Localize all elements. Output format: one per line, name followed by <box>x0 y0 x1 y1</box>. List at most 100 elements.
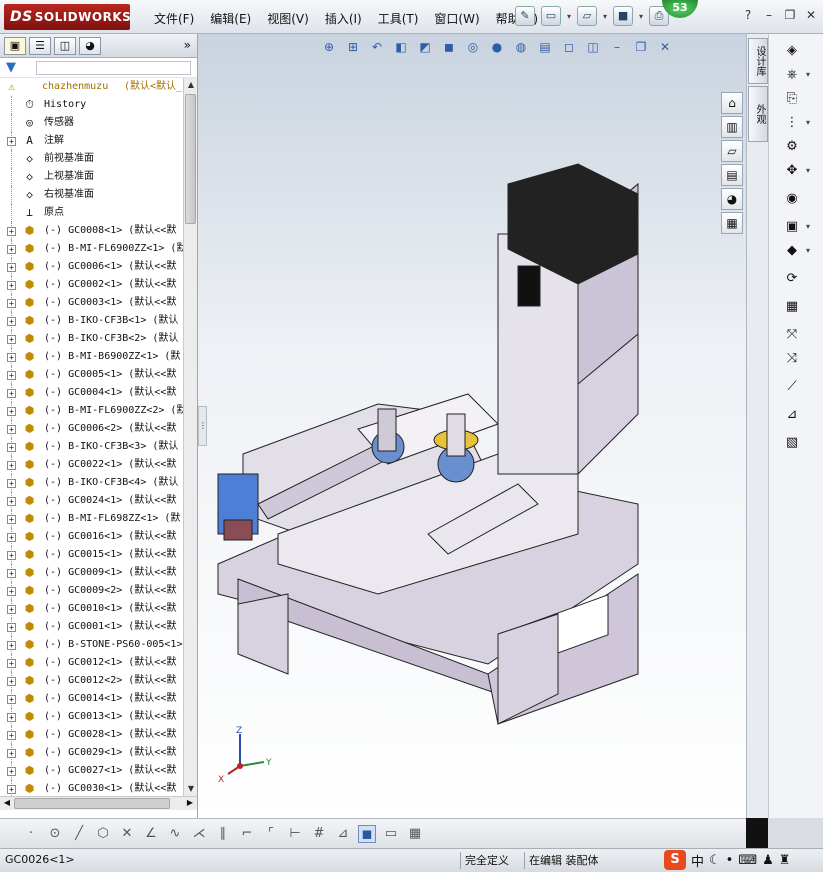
scroll-right-icon[interactable]: ▶ <box>183 797 197 809</box>
filter-icon[interactable]: ▼ <box>6 60 16 75</box>
expand-icon[interactable]: + <box>7 533 16 542</box>
menu-3[interactable]: 插入(I) <box>317 8 370 29</box>
tab-appearance[interactable]: 外观 <box>748 86 768 142</box>
close-icon[interactable]: ✕ <box>803 8 819 24</box>
tree-item-1[interactable]: ◎ 传感器 <box>0 114 183 132</box>
tree-item-4[interactable]: ◇ 上视基准面 <box>0 168 183 186</box>
relation-icon[interactable]: ⊿ <box>334 825 352 843</box>
tree-item-0[interactable]: ⏱ History <box>0 96 183 114</box>
expand-icon[interactable]: + <box>7 479 16 488</box>
expand-icon[interactable]: + <box>7 443 16 452</box>
menu-5[interactable]: 窗口(W) <box>426 8 487 29</box>
pattern-dropdown-icon[interactable]: ▾ <box>806 118 810 127</box>
explode-line-sketch-icon[interactable]: ⤨ <box>781 350 803 368</box>
restore-icon[interactable]: ❐ <box>782 8 798 24</box>
tree-component[interactable]: + ⬢ (-) GC0013<1> (默认<<默 <box>0 708 183 726</box>
tree-component[interactable]: + ⬢ (-) GC0016<1> (默认<<默 <box>0 528 183 546</box>
tree-component[interactable]: + ⬢ (-) B-MI-B6900ZZ<1> (默 <box>0 348 183 366</box>
expand-icon[interactable]: + <box>7 749 16 758</box>
expand-icon[interactable]: + <box>7 335 16 344</box>
mate-icon[interactable]: ⎈ <box>781 66 803 84</box>
configuration-manager-tab-icon[interactable]: ◫ <box>54 37 76 55</box>
table-icon[interactable]: ▦ <box>406 825 424 843</box>
polygon-icon[interactable]: ⬡ <box>94 825 112 843</box>
moon-icon[interactable]: ☾ <box>709 853 721 868</box>
display-manager-tab-icon[interactable]: ◕ <box>79 37 101 55</box>
pin-icon[interactable]: ✎ <box>515 6 535 26</box>
menu-1[interactable]: 编辑(E) <box>202 8 259 29</box>
interference-detection-icon[interactable]: ⟋ <box>781 378 803 396</box>
expand-icon[interactable]: + <box>7 587 16 596</box>
expand-icon[interactable]: + <box>7 731 16 740</box>
feature-manager-tab-icon[interactable]: ▣ <box>4 37 26 55</box>
tree-component[interactable]: + ⬢ (-) B-IKO-CF3B<4> (默认 <box>0 474 183 492</box>
menu-2[interactable]: 视图(V) <box>259 8 317 29</box>
angle-icon[interactable]: ∠ <box>142 825 160 843</box>
expand-icon[interactable]: + <box>7 677 16 686</box>
scroll-thumb[interactable] <box>185 94 196 224</box>
show-hidden-icon[interactable]: ◉ <box>781 190 803 208</box>
tree-component[interactable]: + ⬢ (-) B-MI-FL6900ZZ<2> (默 <box>0 402 183 420</box>
tree-component[interactable]: + ⬢ (-) GC0004<1> (默认<<默 <box>0 384 183 402</box>
spline-icon[interactable]: ∿ <box>166 825 184 843</box>
tree-item-5[interactable]: ◇ 右视基准面 <box>0 186 183 204</box>
display-icon[interactable]: ▭ <box>382 825 400 843</box>
tree-component[interactable]: + ⬢ (-) GC0010<1> (默认<<默 <box>0 600 183 618</box>
view-palette-icon[interactable]: ▤ <box>721 164 743 186</box>
parallel-icon[interactable]: ∥ <box>214 825 232 843</box>
tree-component[interactable]: + ⬢ (-) B-MI-FL6900ZZ<1> (默 <box>0 240 183 258</box>
offset-icon[interactable]: ⋌ <box>190 825 208 843</box>
features-dropdown-icon[interactable]: ▾ <box>806 222 810 231</box>
dimension-icon[interactable]: ⊢ <box>286 825 304 843</box>
mate-dropdown-icon[interactable]: ▾ <box>806 70 810 79</box>
expand-icon[interactable]: + <box>7 227 16 236</box>
open-dropdown-icon[interactable]: ▾ <box>603 12 607 21</box>
expand-icon[interactable]: + <box>7 569 16 578</box>
move-component-icon[interactable]: ✥ <box>781 162 803 180</box>
tree-item-2[interactable]: + A 注解 <box>0 132 183 150</box>
tree-vertical-scrollbar[interactable]: ▲ ▼ <box>183 78 197 796</box>
tree-component[interactable]: + ⬢ (-) GC0002<1> (默认<<默 <box>0 276 183 294</box>
expand-icon[interactable]: + <box>7 713 16 722</box>
tree-horizontal-scrollbar[interactable]: ◀ ▶ <box>0 796 197 810</box>
tree-component[interactable]: + ⬢ (-) GC0012<1> (默认<<默 <box>0 654 183 672</box>
filter-input[interactable] <box>36 60 191 75</box>
expand-icon[interactable]: + <box>7 389 16 398</box>
expand-icon[interactable]: + <box>7 137 16 146</box>
expand-icon[interactable]: + <box>7 785 16 794</box>
shaded-display-icon[interactable]: ◼ <box>358 824 376 843</box>
expand-icon[interactable]: + <box>7 623 16 632</box>
expand-icon[interactable]: + <box>7 263 16 272</box>
file-explorer-icon[interactable]: ▱ <box>721 140 743 162</box>
expand-icon[interactable]: + <box>7 641 16 650</box>
expand-icon[interactable]: + <box>7 695 16 704</box>
expand-icon[interactable]: + <box>7 371 16 380</box>
point-icon[interactable]: · <box>22 825 40 843</box>
resources-home-icon[interactable]: ⌂ <box>721 92 743 114</box>
grid-icon[interactable]: # <box>310 825 328 843</box>
expand-icon[interactable]: + <box>7 767 16 776</box>
expand-icon[interactable]: + <box>7 299 16 308</box>
tree-component[interactable]: + ⬢ (-) GC0009<2> (默认<<默 <box>0 582 183 600</box>
move-dropdown-icon[interactable]: ▾ <box>806 166 810 175</box>
tree-component[interactable]: + ⬢ (-) B-IKO-CF3B<1> (默认 <box>0 312 183 330</box>
graphics-area[interactable]: ⊕ ⊞ ↶ ◧ ◩ ◼ ◎ ● ◍ ▤ ◻ ◫ – ❐ ✕ ⋮ Z Y X <box>198 34 746 818</box>
reference-dropdown-icon[interactable]: ▾ <box>806 246 810 255</box>
tree-component[interactable]: + ⬢ (-) GC0006<1> (默认<<默 <box>0 258 183 276</box>
insert-components-icon[interactable]: ◈ <box>781 42 803 60</box>
linear-pattern-icon[interactable]: ⋮ <box>781 114 803 132</box>
new-dropdown-icon[interactable]: ▾ <box>567 12 571 21</box>
save-dropdown-icon[interactable]: ▾ <box>639 12 643 21</box>
expand-icon[interactable]: + <box>7 515 16 524</box>
line-icon[interactable]: ╱ <box>70 825 88 843</box>
smart-fasteners-icon[interactable]: ⚙ <box>781 138 803 156</box>
tree-component[interactable]: + ⬢ (-) GC0022<1> (默认<<默 <box>0 456 183 474</box>
custom-properties-icon[interactable]: ▦ <box>721 212 743 234</box>
tree-item-6[interactable]: ⊥ 原点 <box>0 204 183 222</box>
expand-icon[interactable]: + <box>7 353 16 362</box>
scroll-up-icon[interactable]: ▲ <box>184 78 198 92</box>
save-icon[interactable]: ■ <box>613 6 634 26</box>
appearances-icon[interactable]: ◕ <box>721 188 743 210</box>
trim-icon[interactable]: ✕ <box>118 825 136 843</box>
assembly-features-icon[interactable]: ▣ <box>781 218 803 236</box>
